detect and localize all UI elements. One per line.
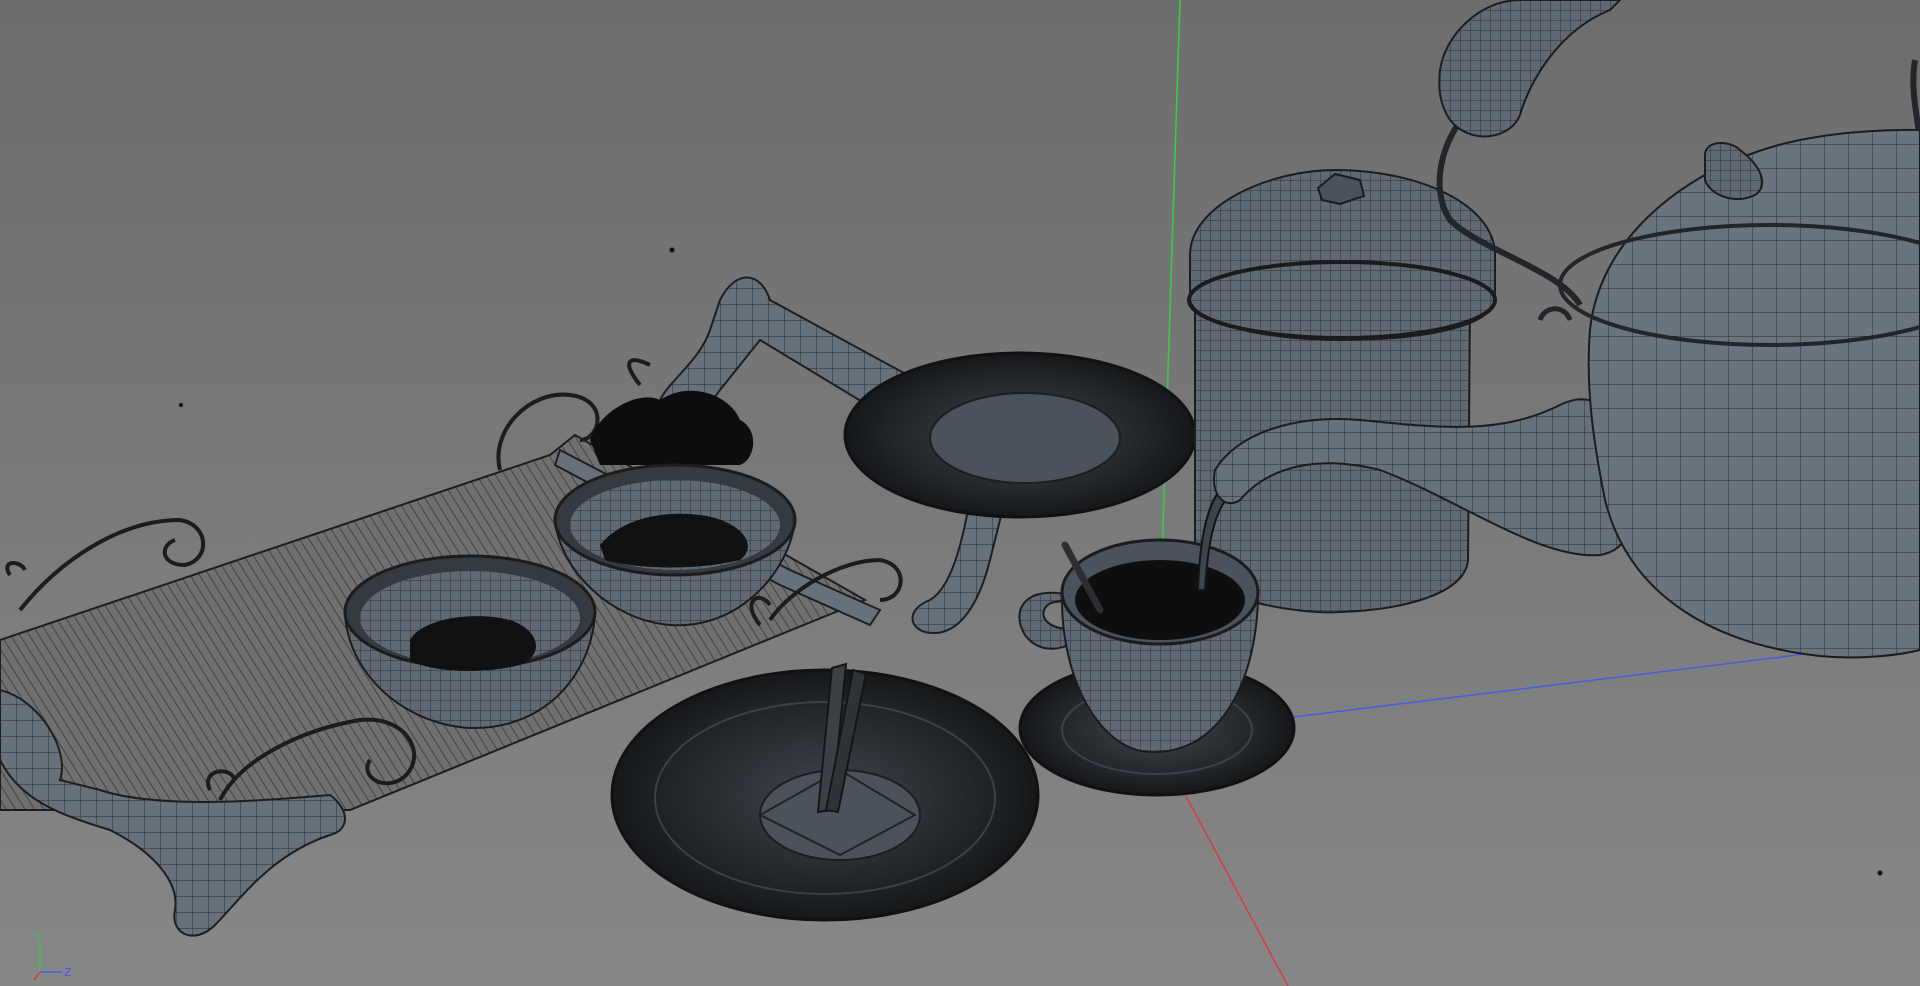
gizmo-z-label: Z <box>64 966 72 979</box>
teapot-lid-knob <box>1704 142 1764 200</box>
vertex-dot <box>1877 870 1883 876</box>
saucer-back-center <box>929 392 1121 484</box>
saucer-back[interactable] <box>843 351 1197 519</box>
tray-curl <box>627 358 651 387</box>
gizmo-x-axis <box>33 971 41 981</box>
axis-gizmo: Y Z <box>33 932 72 981</box>
3d-viewport[interactable]: Y Z <box>0 0 1920 986</box>
teacup-tea <box>1075 560 1245 640</box>
tray-curl <box>5 561 27 577</box>
tea-leaf-pile <box>590 390 754 465</box>
teapot-handle-grip <box>1438 0 1622 138</box>
teapot-handle-wire-right <box>1910 59 1920 141</box>
saucer-front[interactable] <box>610 662 1040 922</box>
axis-x-line <box>1179 784 1289 986</box>
teapot-body <box>1587 128 1920 659</box>
tea-caddy[interactable] <box>1187 168 1497 614</box>
vertex-dot <box>669 247 675 253</box>
teapot-hinge <box>1537 306 1573 322</box>
scene-canvas[interactable] <box>0 0 1920 986</box>
gizmo-y-label: Y <box>34 932 42 944</box>
vertex-dot <box>179 403 183 407</box>
axis-y-line <box>1159 0 1181 621</box>
